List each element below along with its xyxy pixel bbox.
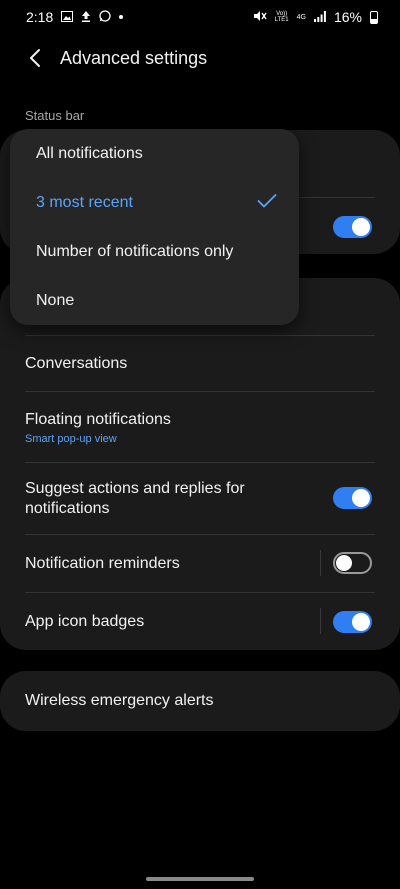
notification-style-dropdown: All notifications 3 most recent Number o… bbox=[10, 129, 299, 325]
gallery-icon bbox=[61, 9, 74, 25]
upload-icon bbox=[81, 9, 91, 25]
option-label: Number of notifications only bbox=[36, 242, 234, 260]
setting-sublabel: Smart pop-up view bbox=[25, 432, 117, 445]
section-label-status-bar: Status bar bbox=[25, 108, 85, 123]
setting-label: Notification reminders bbox=[25, 554, 180, 572]
page-title: Advanced settings bbox=[60, 47, 208, 68]
dropdown-option-none[interactable]: None bbox=[10, 276, 299, 325]
setting-label: App icon badges bbox=[25, 612, 145, 630]
setting-row-wireless-alerts[interactable]: Wireless emergency alerts bbox=[0, 671, 400, 731]
app-icon-badges-toggle[interactable] bbox=[333, 611, 372, 633]
option-label: 3 most recent bbox=[36, 193, 133, 211]
setting-label: Floating notifications bbox=[25, 410, 171, 428]
network-type-label: 4G bbox=[296, 13, 306, 21]
status-bar-toggle[interactable] bbox=[333, 216, 372, 238]
setting-label: Suggest actions and replies for notifica… bbox=[25, 479, 245, 517]
dropdown-option-all[interactable]: All notifications bbox=[10, 129, 299, 178]
suggest-actions-toggle[interactable] bbox=[333, 487, 372, 509]
option-label: None bbox=[36, 291, 75, 309]
wireless-alerts-card[interactable]: Wireless emergency alerts bbox=[0, 671, 400, 731]
home-indicator[interactable] bbox=[146, 877, 254, 881]
battery-icon bbox=[370, 10, 378, 24]
battery-percent: 16% bbox=[333, 9, 362, 25]
setting-row-notification-reminders[interactable]: Notification reminders bbox=[0, 535, 400, 592]
status-right: Vo)) LTE1 4G 16% bbox=[253, 9, 378, 25]
mute-icon bbox=[253, 9, 267, 25]
header: Advanced settings bbox=[0, 34, 400, 82]
setting-text: Floating notifications Smart pop-up view bbox=[25, 410, 171, 445]
setting-row-app-icon-badges[interactable]: App icon badges bbox=[0, 593, 400, 650]
setting-label: Conversations bbox=[25, 354, 128, 372]
option-label: All notifications bbox=[36, 144, 143, 162]
setting-row-floating-notifications[interactable]: Floating notifications Smart pop-up view bbox=[0, 392, 400, 462]
volte-label: Vo)) LTE1 bbox=[274, 11, 289, 23]
whatsapp-icon bbox=[99, 9, 111, 25]
status-bar: 2:18 Vo)) LTE1 4G 16% bbox=[0, 0, 400, 34]
vertical-separator bbox=[320, 608, 321, 634]
notification-settings-card: Conversations Floating notifications Sma… bbox=[0, 278, 400, 650]
dropdown-option-3-most-recent[interactable]: 3 most recent bbox=[10, 178, 299, 227]
vertical-separator bbox=[320, 550, 321, 576]
setting-row-suggest-actions[interactable]: Suggest actions and replies for notifica… bbox=[0, 463, 400, 534]
more-notifications-dot-icon bbox=[119, 15, 124, 19]
back-arrow-icon[interactable] bbox=[24, 47, 46, 69]
notification-reminders-toggle[interactable] bbox=[333, 552, 372, 574]
setting-label: Wireless emergency alerts bbox=[25, 692, 214, 709]
setting-row-conversations[interactable]: Conversations bbox=[0, 336, 400, 391]
dropdown-option-count-only[interactable]: Number of notifications only bbox=[10, 227, 299, 276]
status-left: 2:18 bbox=[26, 9, 124, 25]
signal-icon bbox=[313, 9, 326, 25]
check-icon bbox=[257, 193, 277, 214]
status-time: 2:18 bbox=[26, 9, 54, 25]
